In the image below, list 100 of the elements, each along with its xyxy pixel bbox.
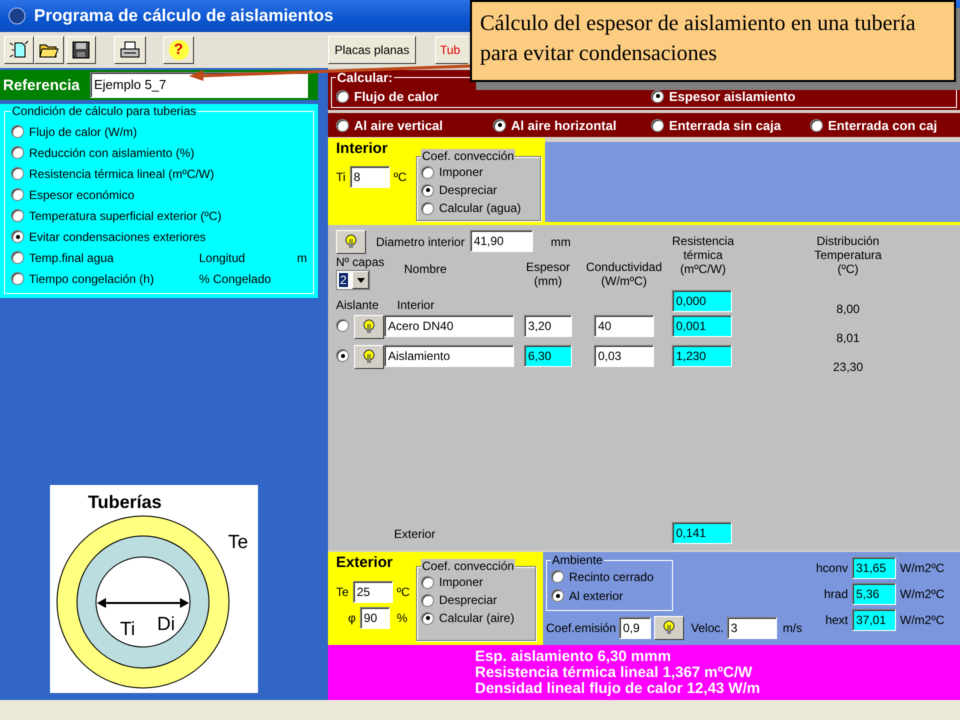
help-button[interactable]: ? [163, 36, 194, 64]
radio-button[interactable] [11, 272, 24, 285]
radio-button[interactable] [551, 570, 564, 583]
radio-button[interactable] [336, 349, 349, 362]
output-field: 0,001 [672, 315, 732, 337]
radio-button[interactable] [336, 90, 349, 102]
group-label: Calcular: [336, 70, 394, 85]
radio-button[interactable] [11, 125, 24, 138]
hint-button[interactable] [654, 616, 684, 640]
layer-count-dropdown[interactable]: 2 [336, 270, 370, 290]
column-header: Conductividad (W/mºC) [586, 260, 662, 290]
input-field[interactable]: 25 [352, 581, 393, 603]
radio-label[interactable]: Espesor aislamiento [669, 88, 796, 104]
field-label: Aislante [336, 298, 379, 312]
field-label: m/s [782, 621, 802, 635]
radio-button[interactable] [651, 118, 664, 132]
radio-button[interactable] [421, 594, 434, 606]
radio-button[interactable] [810, 118, 823, 132]
field-label: Nº capas [336, 254, 384, 270]
input-field[interactable]: 6,30 [524, 345, 572, 367]
hint-button[interactable] [354, 315, 384, 339]
radio-button[interactable] [11, 251, 24, 264]
input-field[interactable]: 8 [350, 166, 390, 188]
radio-button[interactable] [11, 188, 24, 201]
temperature-value: 23,30 [832, 360, 864, 374]
input-field[interactable]: 40 [594, 315, 654, 337]
radio-button[interactable] [551, 589, 564, 602]
output-field: 37,01 [852, 609, 896, 631]
radio-button[interactable] [336, 118, 349, 132]
output-field: 1,230 [672, 345, 732, 367]
input-field[interactable]: 3,20 [524, 315, 572, 337]
radio-label[interactable]: Recinto cerrado [569, 570, 654, 584]
radio-label[interactable]: Resistencia térmica lineal (mºC/W) [29, 166, 214, 180]
open-button[interactable] [34, 36, 64, 64]
radio-button[interactable] [11, 230, 24, 243]
field-label: hconv [816, 561, 848, 575]
reference-field[interactable]: Ejemplo 5_7 [90, 72, 308, 98]
temperature-value: 8,00 [836, 302, 860, 316]
radio-label[interactable]: Al exterior [569, 588, 624, 602]
radio-button[interactable] [11, 167, 24, 180]
radio-button[interactable] [651, 90, 664, 102]
radio-label[interactable]: Calcular (aire) [439, 611, 514, 625]
radio-label[interactable]: Imponer [439, 165, 484, 179]
field-label: Longitud [199, 250, 246, 264]
field-label: Veloc. [691, 621, 724, 635]
radio-label[interactable]: Flujo de calor [354, 88, 439, 104]
radio-label[interactable]: Enterrada sin caja [669, 118, 781, 132]
input-field[interactable]: Aislamiento [384, 345, 514, 367]
input-field[interactable]: 90 [360, 607, 390, 629]
tab[interactable]: Placas planas [328, 36, 416, 64]
input-field[interactable]: 41,90 [470, 230, 533, 252]
field-label: Diametro interior [376, 235, 465, 249]
unit-label: W/m2ºC [900, 561, 944, 575]
field-label: hext [825, 613, 848, 627]
diagram-label: Di [157, 614, 175, 635]
radio-button[interactable] [421, 576, 434, 588]
input-field[interactable]: 3 [726, 617, 777, 639]
radio-label[interactable]: Imponer [439, 575, 484, 589]
radio-label[interactable]: Flujo de calor (W/m) [29, 124, 138, 138]
tab[interactable]: Tub [435, 36, 468, 64]
radio-label[interactable]: Espesor económico [29, 188, 134, 202]
radio-label[interactable]: Enterrada con caj [828, 118, 938, 132]
column-header: Distribución Temperatura (ºC) [814, 234, 882, 278]
radio-label[interactable]: Al aire horizontal [511, 118, 616, 132]
hint-button[interactable] [336, 230, 366, 254]
radio-button[interactable] [421, 166, 434, 178]
unit-label: W/m2ºC [900, 587, 944, 601]
radio-label[interactable]: Calcular (agua) [439, 201, 522, 215]
new-button[interactable] [4, 36, 34, 64]
print-button[interactable] [114, 36, 146, 64]
radio-label[interactable]: Despreciar [439, 593, 498, 607]
group-label: Coef. convección [421, 559, 516, 573]
radio-button[interactable] [11, 209, 24, 222]
section-title: Exterior [336, 554, 394, 571]
radio-label[interactable]: Evitar condensaciones exteriores [29, 230, 206, 244]
radio-button[interactable] [493, 118, 506, 132]
field-label: Te [336, 585, 349, 599]
output-field: 0,141 [672, 522, 732, 544]
radio-button[interactable] [421, 184, 434, 196]
radio-button[interactable] [421, 612, 434, 624]
printer-icon [119, 40, 141, 60]
input-field[interactable]: 0,9 [619, 617, 652, 639]
reference-label: Referencia [3, 76, 81, 94]
radio-label[interactable]: Temp.final agua [29, 250, 114, 264]
radio-button[interactable] [336, 319, 349, 332]
field-label: mm [550, 235, 571, 249]
result-line: Resistencia térmica lineal 1,367 mºC/W [475, 665, 752, 681]
radio-button[interactable] [11, 146, 24, 159]
caret-icon [356, 278, 364, 282]
save-button[interactable] [66, 36, 96, 64]
group-label: Ambiente [551, 553, 604, 567]
input-field[interactable]: Acero DN40 [384, 315, 514, 337]
input-field[interactable]: 0,03 [594, 345, 654, 367]
radio-label[interactable]: Reducción con aislamiento (%) [29, 146, 194, 160]
radio-label[interactable]: Tiempo congelación (h) [29, 272, 154, 286]
radio-label[interactable]: Temperatura superficial exterior (ºC) [29, 208, 222, 222]
radio-label[interactable]: Despreciar [439, 183, 498, 197]
radio-button[interactable] [421, 202, 434, 214]
hint-button[interactable] [354, 345, 384, 369]
radio-label[interactable]: Al aire vertical [354, 118, 443, 132]
